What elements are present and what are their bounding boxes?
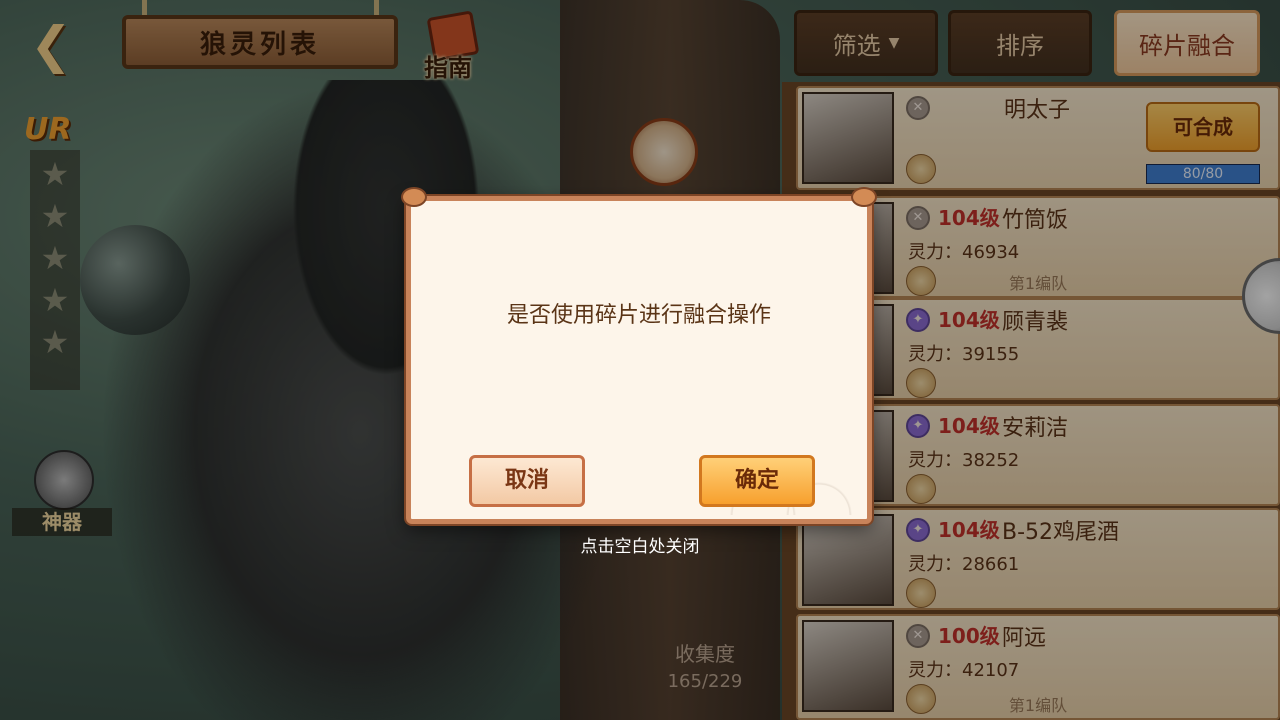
confirm-dialog: 是否使用碎片进行融合操作 取消 确定 bbox=[401, 187, 877, 524]
close-hint: 点击空白处关闭 bbox=[580, 537, 700, 557]
cancel-button[interactable]: 取消 bbox=[469, 455, 585, 507]
confirm-button[interactable]: 确定 bbox=[699, 455, 815, 507]
ornament-icon bbox=[401, 187, 427, 207]
ornament-icon bbox=[851, 187, 877, 207]
dialog-message: 是否使用碎片进行融合操作 bbox=[506, 303, 771, 328]
